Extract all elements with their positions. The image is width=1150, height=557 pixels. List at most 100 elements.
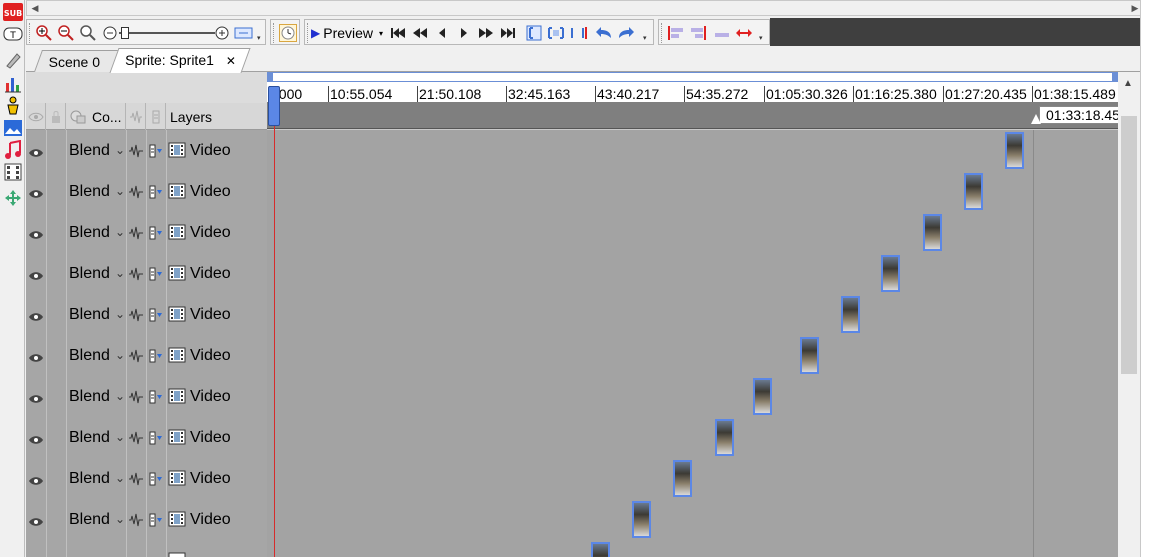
video-clip-thumbnail[interactable] [800, 337, 819, 374]
visibility-eye-icon[interactable] [28, 227, 44, 243]
tab-sprite[interactable]: Sprite: Sprite1 ✕ [109, 48, 251, 73]
stretch-icon[interactable] [735, 24, 753, 42]
redo-icon[interactable] [617, 24, 635, 42]
clock-icon[interactable] [279, 24, 297, 42]
film-icon[interactable] [2, 162, 23, 182]
fit-range-icon[interactable] [233, 24, 255, 42]
zoom-slider-thumb[interactable] [121, 27, 129, 39]
scroll-left-icon[interactable]: ◀ [30, 3, 40, 13]
scroll-up-icon[interactable]: ▲ [1123, 78, 1133, 89]
visibility-eye-icon[interactable] [28, 432, 44, 448]
zoom-out-icon[interactable] [57, 24, 75, 42]
mark-in-icon[interactable] [525, 24, 543, 42]
lock-header-icon[interactable] [46, 103, 66, 130]
layer-row[interactable]: Blend ⌄ Video [26, 458, 1118, 499]
video-clip-thumbnail[interactable] [964, 173, 983, 210]
blend-dropdown-icon[interactable]: ⌄ [115, 225, 125, 239]
blend-dropdown-icon[interactable]: ⌄ [115, 430, 125, 444]
layer-name[interactable]: Video [190, 347, 231, 365]
video-clip-thumbnail[interactable] [715, 419, 734, 456]
go-start-icon[interactable] [389, 24, 407, 42]
bar-chart-icon[interactable] [2, 74, 23, 94]
visibility-eye-icon[interactable] [28, 514, 44, 530]
blend-dropdown-icon[interactable]: ⌄ [115, 307, 125, 321]
audio-waveform-icon[interactable] [128, 225, 144, 244]
level-meter-icon[interactable] [149, 472, 163, 489]
layer-track[interactable] [267, 335, 1118, 376]
layer-track[interactable] [267, 417, 1118, 458]
undo-icon[interactable] [595, 24, 613, 42]
time-marker-icon[interactable] [1031, 114, 1041, 124]
level-meter-icon[interactable] [149, 349, 163, 366]
audio-waveform-icon[interactable] [128, 143, 144, 162]
layer-name[interactable]: Video [190, 142, 231, 160]
mark-out-icon[interactable] [569, 24, 587, 42]
rewind-icon[interactable] [411, 24, 429, 42]
layer-track[interactable] [267, 253, 1118, 294]
layer-name[interactable]: Video [190, 429, 231, 447]
audio-waveform-icon[interactable] [128, 266, 144, 285]
visibility-eye-icon[interactable] [28, 350, 44, 366]
scrollbar-thumb[interactable] [1121, 116, 1137, 374]
layer-row[interactable]: Blend ⌄ Video [26, 499, 1118, 540]
audio-waveform-icon[interactable] [128, 471, 144, 490]
layer-row[interactable]: Blend ⌄ Video [26, 376, 1118, 417]
go-end-icon[interactable] [499, 24, 517, 42]
layer-name[interactable]: Video [190, 224, 231, 242]
level-meter-icon[interactable] [149, 431, 163, 448]
audio-waveform-icon[interactable] [128, 307, 144, 326]
tab-close-icon[interactable]: ✕ [225, 50, 235, 72]
align-left-icon[interactable] [667, 24, 685, 42]
layer-row[interactable]: Blend ⌄ Video [26, 212, 1118, 253]
video-clip-thumbnail[interactable] [591, 542, 610, 557]
audio-waveform-icon[interactable] [128, 389, 144, 408]
text-icon[interactable]: T [2, 24, 23, 44]
blend-dropdown-icon[interactable]: ⌄ [115, 184, 125, 198]
layer-track[interactable] [267, 294, 1118, 335]
level-meter-icon[interactable] [149, 185, 163, 202]
subtitle-icon[interactable]: SUB [2, 2, 23, 22]
level-meter-icon[interactable] [149, 308, 163, 325]
distribute-icon[interactable] [713, 24, 731, 42]
layer-row[interactable] [26, 540, 1118, 557]
zoom-in-icon[interactable] [35, 24, 53, 42]
visibility-eye-icon[interactable] [28, 186, 44, 202]
video-clip-thumbnail[interactable] [753, 378, 772, 415]
visibility-eye-icon[interactable] [28, 145, 44, 161]
timeline-ruler[interactable]: 0000 10:55.054 21:50.108 32:45.163 43:40.217… [267, 72, 1132, 130]
step-back-icon[interactable] [433, 24, 451, 42]
timeline-range-bar[interactable] [267, 72, 1118, 82]
zoom-minus-icon[interactable] [101, 24, 119, 42]
video-clip-thumbnail[interactable] [881, 255, 900, 292]
blend-dropdown-icon[interactable]: ⌄ [115, 512, 125, 526]
layer-track[interactable] [267, 171, 1118, 212]
level-meter-icon[interactable] [149, 513, 163, 530]
composite-header[interactable]: Co... [66, 103, 126, 130]
layer-track[interactable] [267, 458, 1118, 499]
video-clip-thumbnail[interactable] [841, 296, 860, 333]
scroll-right-icon[interactable]: ▶ [1130, 3, 1140, 13]
ruler-track[interactable] [267, 102, 1118, 129]
pen-icon[interactable] [2, 50, 23, 70]
step-forward-icon[interactable] [455, 24, 473, 42]
layer-row[interactable]: Blend ⌄ Video [26, 130, 1118, 171]
visibility-eye-icon[interactable] [28, 391, 44, 407]
level-meter-icon[interactable] [149, 267, 163, 284]
image-icon[interactable] [2, 118, 23, 138]
video-clip-thumbnail[interactable] [632, 501, 651, 538]
preview-dropdown-icon[interactable]: ▾ [379, 29, 383, 38]
zoom-fit-icon[interactable] [79, 24, 97, 42]
level-meter-icon[interactable] [149, 390, 163, 407]
zoom-plus-icon[interactable] [213, 24, 231, 42]
layer-track[interactable] [267, 540, 1118, 557]
layer-track[interactable] [267, 376, 1118, 417]
align-right-icon[interactable] [689, 24, 707, 42]
fast-forward-icon[interactable] [477, 24, 495, 42]
audio-waveform-icon[interactable] [128, 184, 144, 203]
audio-header-icon[interactable] [126, 103, 146, 130]
visibility-eye-icon[interactable] [28, 268, 44, 284]
video-clip-thumbnail[interactable] [673, 460, 692, 497]
video-clip-thumbnail[interactable] [923, 214, 942, 251]
layer-name[interactable]: Video [190, 265, 231, 283]
video-clip-thumbnail[interactable] [1005, 132, 1024, 169]
